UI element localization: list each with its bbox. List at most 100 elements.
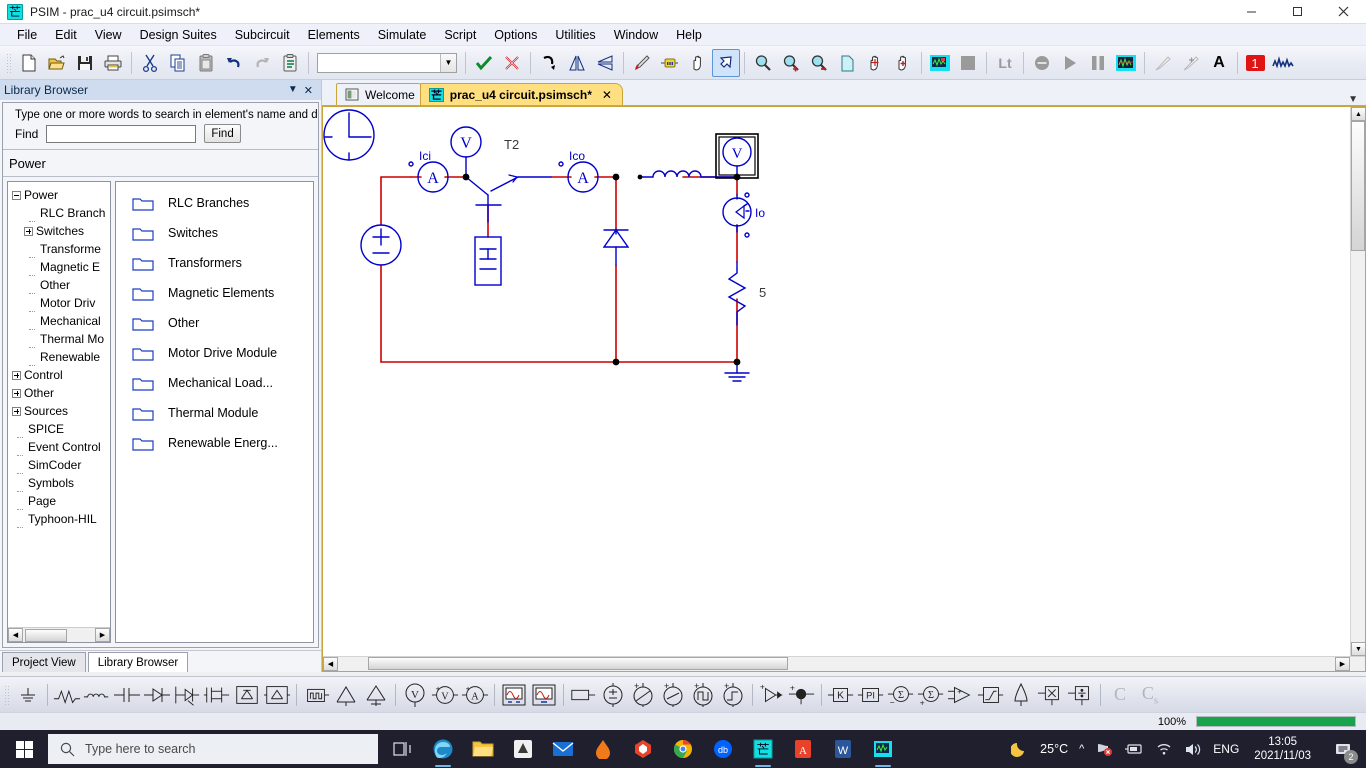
scroll-left-icon[interactable]: ◀ bbox=[8, 628, 23, 642]
lt-icon[interactable]: Lt bbox=[991, 49, 1019, 77]
pause-sim-icon[interactable] bbox=[1028, 49, 1056, 77]
expand-box-icon[interactable] bbox=[12, 406, 21, 416]
simview-icon[interactable] bbox=[864, 730, 902, 768]
square-source-icon[interactable]: + bbox=[688, 680, 718, 710]
summer-minus-icon[interactable]: Σ − bbox=[886, 680, 916, 710]
dc-source-icon[interactable] bbox=[598, 680, 628, 710]
find-button[interactable]: Find bbox=[204, 124, 241, 143]
probe-node-icon[interactable]: + bbox=[787, 680, 817, 710]
smart-search-icon[interactable]: 1 bbox=[1242, 49, 1270, 77]
select-arrow-icon[interactable] bbox=[712, 48, 740, 77]
tree-item-transformers[interactable]: Transforme bbox=[8, 240, 110, 258]
expand-box-icon[interactable] bbox=[12, 388, 21, 398]
folder-item-thermal-module[interactable]: Thermal Module bbox=[116, 398, 313, 428]
menu-options[interactable]: Options bbox=[485, 25, 546, 45]
notification-icon[interactable]: 2 bbox=[1326, 730, 1360, 768]
maximize-button[interactable] bbox=[1274, 0, 1320, 24]
toolbar-grip[interactable] bbox=[5, 51, 12, 74]
folder-item-mechanical-load[interactable]: Mechanical Load... bbox=[116, 368, 313, 398]
ac-source-icon[interactable]: + bbox=[628, 680, 658, 710]
bell-icon[interactable] bbox=[1006, 680, 1036, 710]
delete-icon[interactable] bbox=[498, 49, 526, 77]
tab-prac-u4-circuit[interactable]: 芒 prac_u4 circuit.psimsch* ✕ bbox=[419, 83, 623, 105]
library-folder-list[interactable]: RLC Branches Switches Transformers Magne… bbox=[115, 181, 314, 643]
task-view-icon[interactable] bbox=[384, 730, 422, 768]
rotate-icon[interactable] bbox=[535, 49, 563, 77]
pan-add-icon[interactable] bbox=[889, 49, 917, 77]
hand-icon[interactable] bbox=[684, 49, 712, 77]
wire-icon[interactable] bbox=[656, 49, 684, 77]
clock[interactable]: 13:05 2021/11/03 bbox=[1250, 735, 1315, 764]
tree-item-motor-drive[interactable]: Motor Driv bbox=[8, 294, 110, 312]
new-file-icon[interactable] bbox=[15, 49, 43, 77]
three-phase-bridge-icon[interactable] bbox=[262, 680, 292, 710]
measure-icon[interactable] bbox=[1177, 49, 1205, 77]
search-input[interactable] bbox=[46, 124, 197, 143]
psim-icon[interactable]: 芒 bbox=[744, 730, 782, 768]
redo-icon[interactable] bbox=[248, 49, 276, 77]
pause-icon[interactable] bbox=[1084, 49, 1112, 77]
expand-box-icon[interactable] bbox=[12, 370, 21, 380]
capacitor-icon[interactable] bbox=[112, 680, 142, 710]
diode-icon[interactable] bbox=[142, 680, 172, 710]
tree-item-switches[interactable]: Switches bbox=[8, 222, 110, 240]
flip-horizontal-icon[interactable] bbox=[563, 49, 591, 77]
tree-horizontal-scrollbar[interactable]: ◀ ▶ bbox=[8, 627, 110, 642]
tab-project-view[interactable]: Project View bbox=[2, 652, 86, 672]
scroll-right-icon[interactable]: ▶ bbox=[95, 628, 110, 642]
library-tree-scroll[interactable]: Power RLC Branch Switches Transforme Mag… bbox=[8, 182, 110, 627]
acrobat-icon[interactable]: A bbox=[784, 730, 822, 768]
canvas-horizontal-scrollbar[interactable]: ◀ ▶ bbox=[323, 656, 1365, 671]
scroll-thumb-vertical[interactable] bbox=[1351, 121, 1365, 251]
tab-overflow-chevron-icon[interactable]: ▼ bbox=[1348, 94, 1366, 105]
zoom-icon[interactable] bbox=[749, 49, 777, 77]
one-channel-scope-icon[interactable] bbox=[529, 680, 559, 710]
ground-node-icon[interactable]: + bbox=[757, 680, 787, 710]
close-icon[interactable]: ✕ bbox=[602, 88, 612, 102]
cut-icon[interactable] bbox=[136, 49, 164, 77]
scroll-right-icon[interactable]: ▶ bbox=[1335, 657, 1350, 671]
moon-icon[interactable] bbox=[1011, 740, 1029, 758]
copy-to-clipboard-icon[interactable] bbox=[276, 49, 304, 77]
tree-item-simcoder[interactable]: SimCoder bbox=[8, 456, 110, 474]
current-sensor-icon[interactable]: A + bbox=[460, 680, 490, 710]
folder-item-switches[interactable]: Switches bbox=[116, 218, 313, 248]
resistor-icon[interactable] bbox=[52, 680, 82, 710]
menu-file[interactable]: File bbox=[8, 25, 46, 45]
tree-item-rlc-branch[interactable]: RLC Branch bbox=[8, 204, 110, 222]
tree-item-page[interactable]: Page bbox=[8, 492, 110, 510]
tree-item-sources[interactable]: Sources bbox=[8, 402, 110, 420]
app-orange-icon[interactable] bbox=[584, 730, 622, 768]
canvas-vertical-scrollbar[interactable]: ▲ ▼ bbox=[1350, 107, 1365, 671]
menu-help[interactable]: Help bbox=[667, 25, 711, 45]
flip-vertical-icon[interactable] bbox=[591, 49, 619, 77]
pan-all-icon[interactable] bbox=[861, 49, 889, 77]
waveform-icon[interactable] bbox=[1112, 49, 1140, 77]
simview-icon[interactable] bbox=[926, 49, 954, 77]
menu-script[interactable]: Script bbox=[435, 25, 485, 45]
scroll-thumb-horizontal[interactable] bbox=[368, 657, 788, 670]
voltage-sensor-icon[interactable]: V + bbox=[430, 680, 460, 710]
two-channel-scope-icon[interactable] bbox=[499, 680, 529, 710]
folder-item-rlc-branches[interactable]: RLC Branches bbox=[116, 188, 313, 218]
close-icon[interactable]: ✕ bbox=[304, 84, 313, 97]
scroll-up-icon[interactable]: ▲ bbox=[1351, 107, 1365, 121]
probe-icon[interactable] bbox=[1149, 49, 1177, 77]
tree-item-event-control[interactable]: Event Control bbox=[8, 438, 110, 456]
zoom-in-icon[interactable] bbox=[777, 49, 805, 77]
chevron-down-icon[interactable]: ▼ bbox=[288, 84, 298, 97]
taskbar-search[interactable]: Type here to search bbox=[48, 734, 378, 764]
scroll-thumb[interactable] bbox=[25, 628, 67, 642]
paste-icon[interactable] bbox=[192, 49, 220, 77]
tree-item-spice[interactable]: SPICE bbox=[8, 420, 110, 438]
element-toolbar-grip[interactable] bbox=[3, 683, 10, 706]
menu-view[interactable]: View bbox=[86, 25, 131, 45]
collapse-box-icon[interactable] bbox=[12, 190, 21, 200]
word-icon[interactable]: W bbox=[824, 730, 862, 768]
windows-start-icon[interactable] bbox=[0, 730, 48, 768]
close-button[interactable] bbox=[1320, 0, 1366, 24]
expand-box-icon[interactable] bbox=[24, 226, 33, 236]
scroll-left-icon[interactable]: ◀ bbox=[323, 657, 338, 671]
transformer-1-icon[interactable] bbox=[331, 680, 361, 710]
ground-icon[interactable] bbox=[13, 680, 43, 710]
